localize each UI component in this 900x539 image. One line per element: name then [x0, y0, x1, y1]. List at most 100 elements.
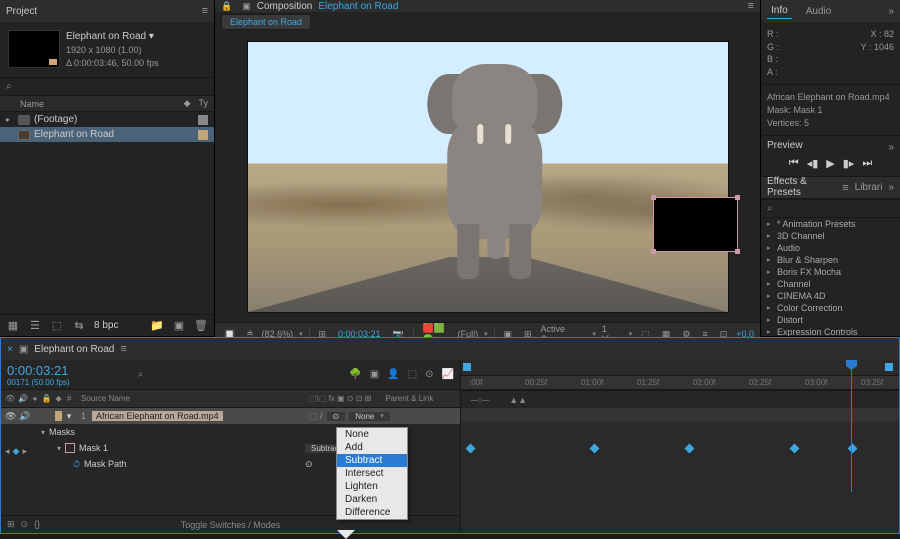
work-area-start[interactable]	[463, 363, 471, 371]
project-search-input[interactable]	[16, 81, 208, 92]
visibility-toggle[interactable]: 👁	[5, 411, 16, 422]
layer-source-name[interactable]: African Elephant on Road.mp4	[92, 411, 223, 421]
stopwatch-icon[interactable]: ⏱	[73, 459, 80, 470]
comp-flowchart-icon[interactable]: 🌳	[349, 369, 361, 380]
audio-toggle[interactable]: 🔊	[19, 411, 30, 422]
preview-label[interactable]: Preview	[767, 140, 803, 155]
keyframe[interactable]	[685, 444, 695, 454]
audio-col-icon[interactable]: 🔊	[18, 394, 28, 403]
expand-icon[interactable]: ▸	[767, 304, 777, 312]
timeline-right[interactable]: :00f00:25f01:00f01:25f02:00f02:25f03:00f…	[461, 360, 899, 533]
visibility-col-icon[interactable]: 👁	[5, 394, 15, 403]
bpc-label[interactable]: 8 bpc	[94, 320, 118, 331]
type-column-header[interactable]: Ty	[198, 98, 208, 109]
composition-frame[interactable]	[248, 42, 728, 312]
new-folder-icon[interactable]: 📁	[150, 319, 164, 333]
solo-col-icon[interactable]: ●	[31, 394, 39, 403]
list-view-icon[interactable]: ☰	[28, 319, 42, 333]
project-settings-icon[interactable]: ⇆	[72, 319, 86, 333]
timeline-tab[interactable]: Elephant on Road	[34, 344, 114, 355]
motion-blur-icon[interactable]: ⊙	[425, 369, 433, 380]
effect-category[interactable]: ▸Color Correction	[761, 302, 900, 314]
lock-icon[interactable]: 🔒	[221, 1, 232, 12]
next-frame-icon[interactable]: ▮▸	[843, 157, 855, 170]
expand-icon[interactable]: ▸	[767, 256, 777, 264]
toggle-switches-label[interactable]: Toggle Switches / Modes	[181, 520, 281, 530]
last-frame-icon[interactable]: ⏭	[862, 157, 872, 170]
mask-color-swatch[interactable]	[65, 443, 75, 453]
label-column-icon[interactable]: ◆	[184, 98, 191, 109]
effect-category[interactable]: ▸Expression Controls	[761, 326, 900, 336]
panel-chevron-icon[interactable]: »	[888, 182, 894, 193]
frame-blend-icon[interactable]: ⬚	[408, 369, 417, 380]
expand-icon[interactable]: ▸	[767, 220, 777, 228]
comp-mini-flow-icon[interactable]: ▣	[19, 344, 28, 355]
ruler-top[interactable]	[461, 360, 899, 376]
first-frame-icon[interactable]: ⏮	[789, 157, 799, 170]
num-col-header[interactable]: #	[65, 394, 73, 403]
panel-menu-icon[interactable]: ≡	[120, 343, 126, 355]
pickwhip-icon[interactable]: ⊙	[305, 459, 313, 470]
work-area-end[interactable]	[885, 363, 893, 371]
mask-vertex[interactable]	[651, 249, 656, 254]
draft3d-icon[interactable]: ▣	[370, 369, 379, 380]
layer-row-1[interactable]: 👁 🔊 ▾ 1 African Elephant on Road.mp4 ⬚ /	[1, 408, 460, 424]
menu-item-intersect[interactable]: Intersect	[337, 467, 407, 480]
zoom-out-icon[interactable]: ─○─	[471, 395, 489, 405]
shy-icon[interactable]: 👤	[387, 369, 399, 380]
expand-icon[interactable]: ▸	[767, 292, 777, 300]
expand-icon[interactable]: ▸	[767, 316, 777, 324]
effect-category[interactable]: ▸Channel	[761, 278, 900, 290]
time-ruler[interactable]: :00f00:25f01:00f01:25f02:00f02:25f03:00f…	[461, 376, 899, 390]
expand-layer-icon[interactable]: ▾	[65, 411, 73, 422]
next-keyframe-icon[interactable]: ▸	[22, 446, 27, 457]
keyframe[interactable]	[790, 444, 800, 454]
graph-editor-icon[interactable]: 📈	[442, 369, 454, 380]
menu-item-subtract[interactable]: Subtract	[337, 454, 407, 467]
mask-vertex[interactable]	[735, 195, 740, 200]
tab-libraries[interactable]: Librari	[855, 182, 883, 193]
zoom-in-icon[interactable]: ▲▲	[509, 395, 527, 405]
new-comp-icon[interactable]: ▣	[172, 319, 186, 333]
timeline-search-input[interactable]	[147, 369, 341, 380]
tab-info[interactable]: Info	[767, 3, 792, 19]
effect-category[interactable]: ▸Distort	[761, 314, 900, 326]
flow-view-icon[interactable]: ⬚	[50, 319, 64, 333]
source-name-col[interactable]: Source Name	[73, 394, 305, 403]
menu-item-none[interactable]: None	[337, 428, 407, 441]
timecode[interactable]: 0:00:03:21	[7, 363, 70, 378]
menu-item-darken[interactable]: Darken	[337, 493, 407, 506]
expand-icon[interactable]: ▸	[767, 268, 777, 276]
play-icon[interactable]: ▶	[826, 157, 834, 170]
effects-search-input[interactable]	[777, 203, 900, 214]
expand-masks-icon[interactable]: ▾	[41, 428, 49, 437]
panel-chevron-icon[interactable]: »	[888, 142, 894, 153]
mask-path-label[interactable]: Mask Path	[84, 459, 305, 469]
motion-blur-footer-icon[interactable]: {}	[34, 519, 40, 530]
effect-category[interactable]: ▸3D Channel	[761, 230, 900, 242]
mask-name-label[interactable]: Mask 1	[79, 443, 305, 453]
menu-item-lighten[interactable]: Lighten	[337, 480, 407, 493]
keyframe[interactable]	[590, 444, 600, 454]
effect-category[interactable]: ▸Blur & Sharpen	[761, 254, 900, 266]
interpret-footage-icon[interactable]: ▦	[6, 319, 20, 333]
project-tab-label[interactable]: Project	[6, 6, 37, 17]
project-item-footage[interactable]: ▸ (Footage)	[0, 112, 214, 127]
menu-item-add[interactable]: Add	[337, 441, 407, 454]
label-swatch[interactable]	[55, 411, 62, 421]
tab-audio[interactable]: Audio	[802, 4, 836, 19]
lock-col-icon[interactable]: 🔒	[42, 394, 52, 403]
effect-category[interactable]: ▸Audio	[761, 242, 900, 254]
tab-effects[interactable]: Effects & Presets	[767, 176, 836, 200]
expand-transforms-icon[interactable]: ⊞	[7, 519, 15, 530]
asset-thumbnail[interactable]	[8, 30, 60, 68]
expand-icon[interactable]: ▸	[767, 328, 777, 336]
effect-category[interactable]: ▸CINEMA 4D	[761, 290, 900, 302]
panel-chevron-icon[interactable]: »	[888, 6, 894, 17]
menu-item-difference[interactable]: Difference	[337, 506, 407, 519]
breadcrumb-item[interactable]: Elephant on Road	[221, 14, 311, 30]
name-column-header[interactable]: Name	[6, 99, 184, 109]
effect-category[interactable]: ▸Boris FX Mocha	[761, 266, 900, 278]
expand-icon[interactable]: ▸	[767, 232, 777, 240]
prev-keyframe-icon[interactable]: ◂	[5, 446, 10, 457]
